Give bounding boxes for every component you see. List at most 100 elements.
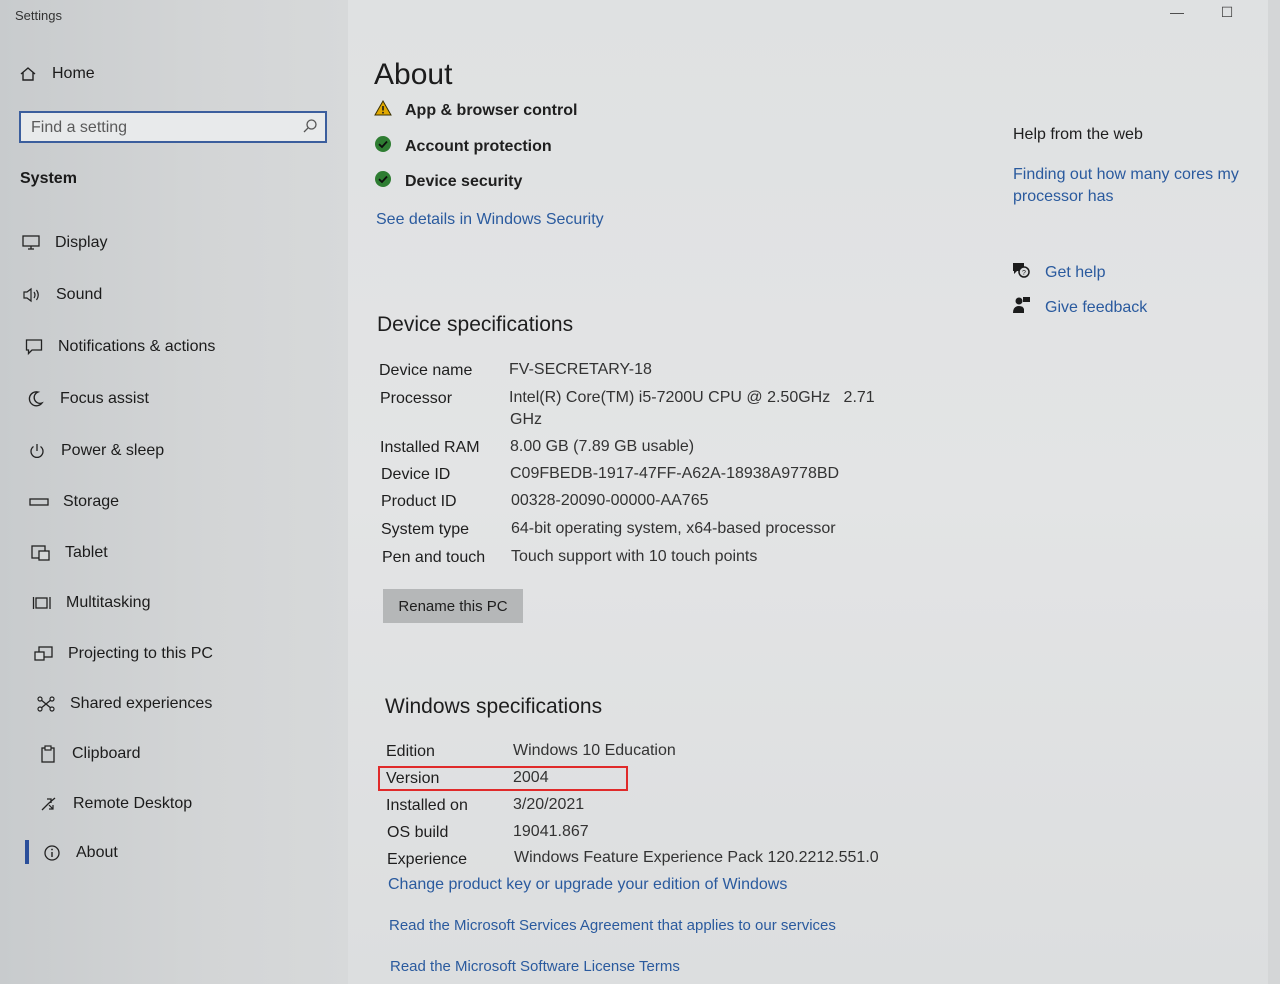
device-specs-heading: Device specifications xyxy=(377,313,574,336)
spec-value: 64-bit operating system, x64-based proce… xyxy=(511,520,836,537)
scrollbar[interactable] xyxy=(1268,0,1280,984)
sidebar-item-label: Shared experiences xyxy=(70,695,213,712)
rename-pc-button[interactable]: Rename this PC xyxy=(383,589,523,623)
sidebar-item-projecting[interactable]: Projecting to this PC xyxy=(34,641,213,667)
sidebar-item-label: Display xyxy=(55,234,108,251)
app-title: Settings xyxy=(15,8,62,23)
security-label: Account protection xyxy=(405,137,552,155)
check-circle-icon xyxy=(374,135,392,158)
license-terms-link[interactable]: Read the Microsoft Software License Term… xyxy=(390,958,680,975)
check-circle-icon xyxy=(374,170,392,193)
help-chat-icon: ? xyxy=(1011,260,1031,285)
spec-value: 3/20/2021 xyxy=(513,796,585,813)
sidebar-item-label: Sound xyxy=(56,286,103,303)
spec-value: C09FBEDB-1917-47FF-A62A-18938A9778BD xyxy=(510,465,840,482)
spec-value-continued: GHz xyxy=(510,411,542,428)
give-feedback-label: Give feedback xyxy=(1045,298,1148,316)
sidebar-item-remote-desktop[interactable]: Remote Desktop xyxy=(39,791,192,817)
search-box[interactable] xyxy=(19,111,327,143)
sidebar-item-label: Remote Desktop xyxy=(73,795,193,812)
spec-value: 19041.867 xyxy=(513,823,589,840)
maximize-button[interactable]: ☐ xyxy=(1212,4,1242,24)
spec-label: Device name xyxy=(379,362,473,379)
minimize-button[interactable]: — xyxy=(1162,4,1192,24)
spec-value: Touch support with 10 touch points xyxy=(511,548,758,565)
feedback-icon xyxy=(1011,295,1031,320)
spec-label: Edition xyxy=(386,743,435,760)
sidebar-item-display[interactable]: Display xyxy=(21,230,107,256)
sidebar-item-label: About xyxy=(76,844,118,861)
spec-value: 2004 xyxy=(513,769,549,786)
projecting-icon xyxy=(34,644,54,664)
sidebar-item-label: Notifications & actions xyxy=(58,338,216,355)
clipboard-icon xyxy=(38,744,58,764)
spec-label: Pen and touch xyxy=(382,549,486,566)
spec-label: Experience xyxy=(387,851,468,868)
power-icon xyxy=(27,441,47,461)
spec-label: Device ID xyxy=(381,466,451,483)
security-row-account: Account protection xyxy=(374,135,552,158)
home-icon xyxy=(18,64,38,84)
multitasking-icon xyxy=(32,593,52,613)
services-agreement-link[interactable]: Read the Microsoft Services Agreement th… xyxy=(389,917,836,934)
sidebar-item-clipboard[interactable]: Clipboard xyxy=(38,741,140,767)
warning-icon xyxy=(374,99,392,121)
sidebar-item-focus-assist[interactable]: Focus assist xyxy=(26,386,149,412)
sidebar-item-power-sleep[interactable]: Power & sleep xyxy=(27,438,164,464)
spec-label: Installed on xyxy=(386,797,468,814)
change-product-key-link[interactable]: Change product key or upgrade your editi… xyxy=(388,876,787,894)
security-row-app-browser: App & browser control xyxy=(374,99,578,121)
sidebar-item-notifications[interactable]: Notifications & actions xyxy=(24,334,215,360)
sidebar-item-label: Clipboard xyxy=(72,745,141,762)
display-icon xyxy=(21,233,41,253)
search-icon[interactable] xyxy=(301,117,319,135)
title-bar: Settings — ☐ xyxy=(0,0,1280,34)
security-label: Device security xyxy=(405,172,523,190)
sidebar-item-label: Power & sleep xyxy=(61,442,165,459)
sound-icon xyxy=(22,285,42,305)
spec-value: Intel(R) Core(TM) i5-7200U CPU @ 2.50GHz… xyxy=(509,389,875,406)
spec-label: Version xyxy=(386,770,440,787)
security-row-device: Device security xyxy=(374,170,522,193)
get-help-action[interactable]: ? Get help xyxy=(1011,260,1105,285)
sidebar-item-label: Multitasking xyxy=(66,594,151,611)
moon-icon xyxy=(26,389,46,409)
section-label-system: System xyxy=(20,170,77,187)
cores-help-link[interactable]: Finding out how many cores my processor … xyxy=(1013,164,1253,208)
spec-label: OS build xyxy=(387,824,449,841)
sidebar-item-label: Storage xyxy=(63,493,120,510)
spec-label: Processor xyxy=(380,390,453,407)
sidebar-item-tablet[interactable]: Tablet xyxy=(31,540,108,566)
security-label: App & browser control xyxy=(405,101,578,119)
spec-value: FV-SECRETARY-18 xyxy=(509,361,652,378)
sidebar-item-storage[interactable]: Storage xyxy=(29,489,119,515)
sidebar-item-label: Focus assist xyxy=(60,390,149,407)
sidebar-item-multitasking[interactable]: Multitasking xyxy=(32,590,150,616)
info-icon xyxy=(42,843,62,863)
tablet-icon xyxy=(31,543,51,563)
give-feedback-action[interactable]: Give feedback xyxy=(1011,295,1147,320)
spec-label: System type xyxy=(381,521,470,538)
sidebar-item-label: Tablet xyxy=(65,544,108,561)
home-label: Home xyxy=(52,65,95,82)
spec-value: 8.00 GB (7.89 GB usable) xyxy=(510,438,695,455)
sidebar-item-label: Projecting to this PC xyxy=(68,645,213,662)
search-input[interactable] xyxy=(29,116,303,140)
shared-experiences-icon xyxy=(36,694,56,714)
page-title: About xyxy=(374,58,453,91)
sidebar-item-shared-experiences[interactable]: Shared experiences xyxy=(36,691,212,717)
help-from-web-heading: Help from the web xyxy=(1013,126,1143,143)
spec-label: Product ID xyxy=(381,493,457,510)
sidebar-item-about[interactable]: About xyxy=(42,840,118,866)
sidebar: Home System Display Sound Notifications … xyxy=(0,0,348,984)
home-nav-item[interactable]: Home xyxy=(18,64,95,84)
spec-value: Windows Feature Experience Pack 120.2212… xyxy=(514,849,879,866)
see-details-link[interactable]: See details in Windows Security xyxy=(376,211,604,229)
storage-icon xyxy=(29,492,49,512)
notifications-icon xyxy=(24,337,44,357)
spec-value: 00328-20090-00000-AA765 xyxy=(511,492,709,509)
svg-text:?: ? xyxy=(1022,270,1026,277)
spec-value: Windows 10 Education xyxy=(513,742,676,759)
sidebar-item-sound[interactable]: Sound xyxy=(22,282,102,308)
spec-label: Installed RAM xyxy=(380,439,480,456)
